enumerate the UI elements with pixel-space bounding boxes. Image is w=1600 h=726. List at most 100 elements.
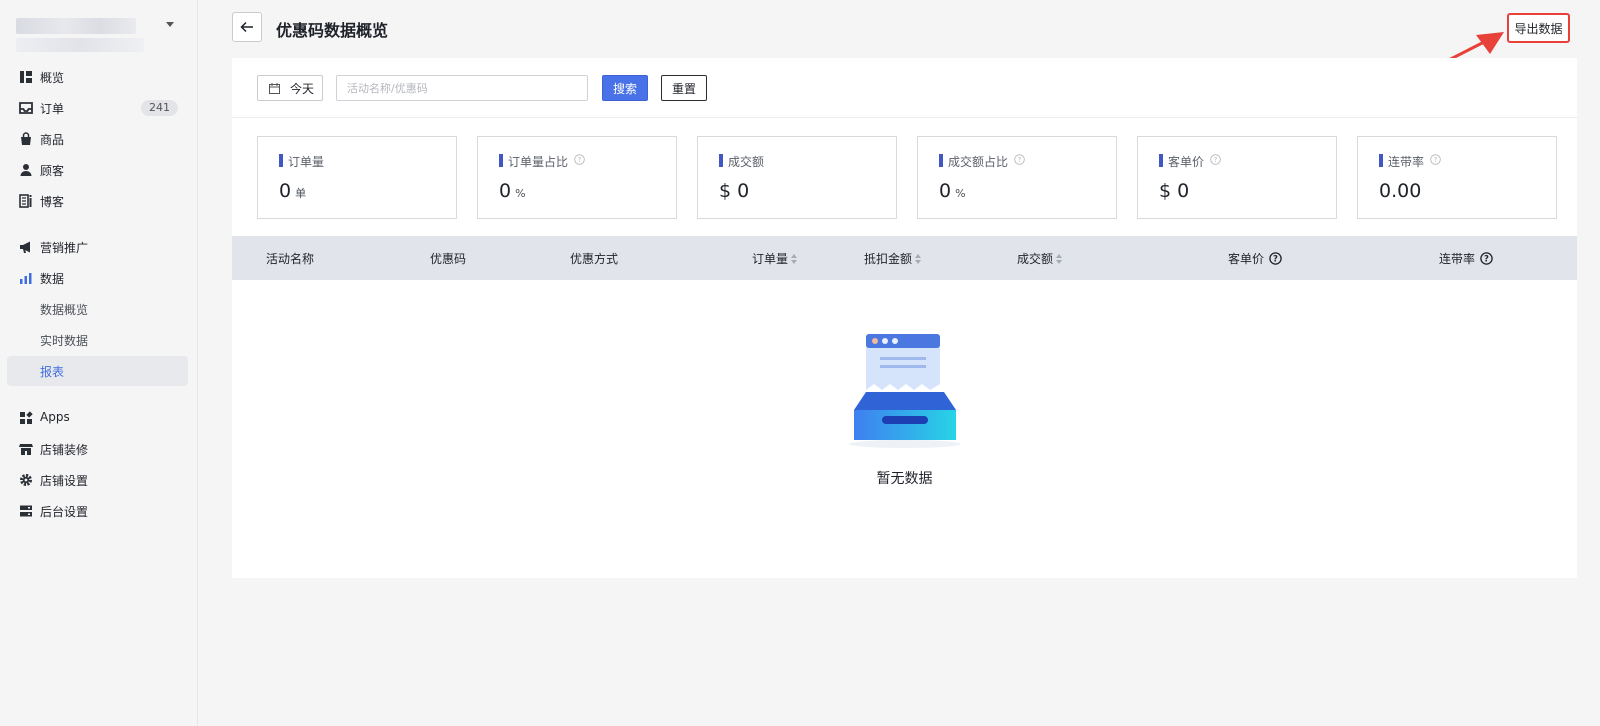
help-icon[interactable]: ? <box>1480 252 1493 265</box>
sidebar-item-label: 顾客 <box>40 164 65 178</box>
help-icon[interactable]: ? <box>1269 252 1282 265</box>
column-coupon-code: 优惠码 <box>430 250 466 267</box>
table-header: 活动名称 优惠码 优惠方式 订单量 抵扣金额 成交额 客单价 ? 连带率 ? <box>232 236 1577 280</box>
bar-chart-icon <box>20 273 32 284</box>
store-icon <box>19 444 33 455</box>
help-icon[interactable]: ? <box>1430 154 1441 165</box>
stat-card-sales: 成交额 $ 0 <box>697 136 897 219</box>
sidebar-item-label: 实时数据 <box>40 334 89 348</box>
stat-card-sales-share: 成交额占比 ? 0% <box>917 136 1117 219</box>
sidebar-item-store-design[interactable]: 店铺装修 <box>7 434 188 464</box>
sidebar-item-blog[interactable]: 博客 <box>7 186 188 216</box>
column-avg-order-value: 客单价 ? <box>1228 250 1282 267</box>
stat-unit: % <box>955 187 966 200</box>
column-label: 抵扣金额 <box>864 252 913 266</box>
stat-value: $ 0 <box>1159 180 1193 202</box>
stat-name: 成交额占比 <box>948 155 1009 169</box>
sort-icon[interactable] <box>1056 253 1063 264</box>
overview-icon <box>20 71 32 83</box>
column-label: 活动名称 <box>266 252 315 266</box>
stat-accent-bar <box>279 154 283 167</box>
calendar-icon <box>269 82 280 94</box>
sidebar-item-products[interactable]: 商品 <box>7 124 188 154</box>
stat-card-avg-order-value: 客单价 ? $ 0 <box>1137 136 1337 219</box>
sort-icon[interactable] <box>791 253 798 264</box>
stat-value-number: 0 <box>499 180 512 202</box>
sidebar-item-marketing[interactable]: 营销推广 <box>7 232 188 262</box>
search-input[interactable] <box>336 75 588 101</box>
help-icon[interactable]: ? <box>1210 154 1221 165</box>
column-label: 订单量 <box>752 252 789 266</box>
stat-accent-bar <box>1159 154 1163 167</box>
sidebar-item-customers[interactable]: 顾客 <box>7 155 188 185</box>
sidebar: 概览 订单 241 商品 顾客 博客 营销推广 数据 数据概览 实时数据 报表 … <box>0 0 198 726</box>
sidebar-item-label: Apps <box>40 410 70 424</box>
page-title: 优惠码数据概览 <box>276 21 389 40</box>
megaphone-icon <box>20 241 30 253</box>
sort-icon[interactable] <box>915 253 922 264</box>
sidebar-item-label: 后台设置 <box>40 505 89 519</box>
stat-card-order-share: 订单量占比 ? 0% <box>477 136 677 219</box>
stat-value-number: 0 <box>279 180 292 202</box>
svg-text:?: ? <box>1273 255 1278 265</box>
sidebar-item-data-overview[interactable]: 数据概览 <box>7 294 188 324</box>
date-picker[interactable]: 今天 <box>257 75 323 101</box>
stat-card-order-count: 订单量 0单 <box>257 136 457 219</box>
stat-name: 连带率 <box>1388 155 1425 169</box>
server-icon <box>20 505 32 517</box>
column-discount-type: 优惠方式 <box>570 250 618 267</box>
export-data-button[interactable]: 导出数据 <box>1507 13 1570 43</box>
sidebar-item-admin-settings[interactable]: 后台设置 <box>7 496 188 526</box>
column-deduction-amount[interactable]: 抵扣金额 <box>864 250 922 267</box>
sidebar-item-label: 店铺装修 <box>40 443 89 457</box>
store-switcher[interactable] <box>16 14 184 54</box>
stat-name: 订单量 <box>288 155 325 169</box>
svg-text:?: ? <box>1434 156 1438 164</box>
stat-value: 0单 <box>279 180 306 202</box>
column-label: 连带率 <box>1439 252 1476 266</box>
stat-name: 客单价 <box>1168 155 1205 169</box>
stat-value-number: $ 0 <box>1159 180 1190 202</box>
svg-text:?: ? <box>1018 156 1022 164</box>
stat-name: 订单量占比 <box>508 155 569 169</box>
stat-accent-bar <box>939 154 943 167</box>
order-count-badge: 241 <box>141 100 178 116</box>
sidebar-item-overview[interactable]: 概览 <box>7 62 188 92</box>
sidebar-item-label: 概览 <box>40 71 65 85</box>
filter-bar: 今天 搜索 重置 <box>232 58 1577 118</box>
sidebar-item-realtime-data[interactable]: 实时数据 <box>7 325 188 355</box>
report-panel: 今天 搜索 重置 订单量 0单 订单量占比 ? 0% 成交额 $ 0 成交额占比… <box>232 58 1577 578</box>
sidebar-item-reports[interactable]: 报表 <box>7 356 188 386</box>
caret-down-icon[interactable] <box>166 22 174 27</box>
sidebar-item-apps[interactable]: Apps <box>7 403 188 433</box>
column-activity-name: 活动名称 <box>266 250 314 267</box>
sidebar-item-data[interactable]: 数据 <box>7 263 188 293</box>
store-url-blurred <box>16 38 144 52</box>
sidebar-item-label: 订单 <box>40 102 65 116</box>
help-icon[interactable]: ? <box>1014 154 1025 165</box>
sidebar-item-orders[interactable]: 订单 241 <box>7 93 188 123</box>
column-sales[interactable]: 成交额 <box>1017 250 1063 267</box>
svg-text:?: ? <box>1214 156 1218 164</box>
column-label: 优惠方式 <box>570 252 619 266</box>
svg-text:?: ? <box>1484 255 1489 265</box>
stat-name: 成交额 <box>728 155 765 169</box>
sidebar-item-label: 数据概览 <box>40 303 89 317</box>
store-name-blurred <box>16 18 136 34</box>
column-order-count[interactable]: 订单量 <box>752 250 798 267</box>
date-picker-label: 今天 <box>290 81 315 96</box>
column-label: 优惠码 <box>430 252 467 266</box>
stat-value-number: $ 0 <box>719 180 750 202</box>
help-icon[interactable]: ? <box>574 154 585 165</box>
back-button[interactable] <box>232 12 262 42</box>
arrow-left-icon <box>240 21 253 33</box>
stat-value-number: 0 <box>939 180 952 202</box>
sidebar-item-label: 店铺设置 <box>40 474 89 488</box>
sidebar-item-label: 数据 <box>40 272 65 286</box>
reset-button[interactable]: 重置 <box>661 75 707 101</box>
stat-value: 0% <box>499 180 526 202</box>
search-button[interactable]: 搜索 <box>602 75 648 101</box>
column-attach-rate: 连带率 ? <box>1439 250 1493 267</box>
sidebar-item-store-settings[interactable]: 店铺设置 <box>7 465 188 495</box>
stat-value: 0% <box>939 180 966 202</box>
